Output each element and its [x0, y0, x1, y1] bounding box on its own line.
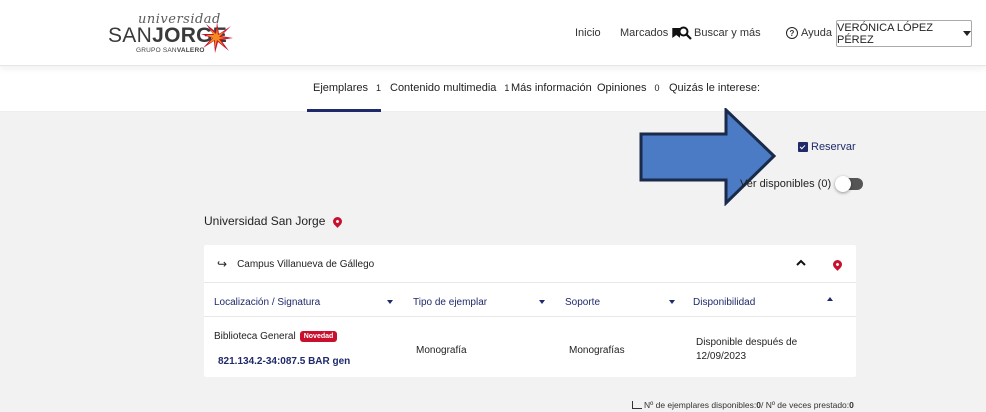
- campus-name: Campus Villanueva de Gállego: [237, 258, 375, 270]
- tab-count: 1: [504, 83, 510, 93]
- tab-opiniones[interactable]: Opiniones 0: [597, 82, 660, 94]
- cell-location: Biblioteca General Novedad: [214, 331, 338, 343]
- sort-asc-icon[interactable]: [827, 297, 833, 301]
- search-icon: [678, 26, 692, 40]
- cell-disponibilidad-line2: 12/09/2023: [696, 351, 747, 362]
- library-name: Universidad San Jorge: [204, 214, 326, 228]
- location-text: Biblioteca General: [214, 331, 296, 343]
- column-header-tipo[interactable]: Tipo de ejemplar: [413, 297, 487, 308]
- nav-buscar[interactable]: Buscar y más: [678, 22, 761, 44]
- signature-link[interactable]: 821.134.2-34:087.5 BAR gen: [218, 356, 350, 367]
- ver-disponibles-label: Ver disponibles (0): [740, 178, 832, 190]
- subdirectory-arrow-icon: ↪: [217, 257, 228, 271]
- sort-desc-icon[interactable]: [669, 300, 675, 304]
- holdings-card: ↪ Campus Villanueva de Gállego Localizac…: [204, 245, 856, 377]
- logo-star-icon: [201, 22, 233, 53]
- nav-inicio-label: Inicio: [575, 27, 601, 39]
- location-pin-icon[interactable]: [331, 214, 345, 228]
- loan-stats: Nº de ejemplares disponibles: 0 / Nº de …: [632, 400, 854, 410]
- nav-buscar-label: Buscar y más: [694, 27, 761, 39]
- nav-marcados-label: Marcados: [620, 27, 669, 39]
- stats-value-loaned: 0: [849, 400, 854, 410]
- sort-desc-icon[interactable]: [387, 300, 393, 304]
- nav-ayuda-label: Ayuda: [801, 27, 832, 39]
- library-heading: Universidad San Jorge: [204, 214, 345, 228]
- caret-down-icon: [963, 31, 971, 36]
- chevron-up-icon[interactable]: [796, 258, 806, 268]
- tab-mas-informacion[interactable]: Más información: [511, 82, 592, 94]
- tab-label: Ejemplares: [313, 82, 369, 94]
- nav-marcados[interactable]: Marcados: [620, 22, 681, 44]
- table-header: Localización / Signatura Tipo de ejempla…: [204, 283, 856, 317]
- novedad-badge: Novedad: [299, 331, 338, 342]
- tab-label: Opiniones: [597, 82, 647, 94]
- cell-disponibilidad-line1: Disponible después de: [696, 337, 798, 348]
- calendar-check-icon: [798, 142, 808, 152]
- tab-label: Más información: [511, 82, 592, 94]
- nav-ayuda[interactable]: ? Ayuda: [786, 22, 832, 44]
- user-menu-button[interactable]: VERÓNICA LÓPEZ PÉREZ: [836, 20, 972, 47]
- tab-ejemplares[interactable]: Ejemplares 1: [313, 82, 381, 94]
- header: universidad SANJORGE GRUPO SANVALERO Ini…: [0, 0, 986, 66]
- stats-label-available: Nº de ejemplares disponibles:: [644, 400, 757, 410]
- tab-count: 1: [376, 83, 382, 93]
- campus-row[interactable]: ↪ Campus Villanueva de Gállego: [204, 245, 856, 283]
- sort-desc-icon[interactable]: [539, 300, 545, 304]
- ver-disponibles-toggle[interactable]: Ver disponibles (0): [740, 176, 864, 192]
- chart-icon: [632, 401, 642, 409]
- tabs-bar: Ejemplares 1 Contenido multimedia 1 Más in…: [0, 66, 986, 112]
- campus-location-pin-icon[interactable]: [831, 258, 844, 271]
- active-tab-indicator: [307, 109, 381, 112]
- stats-label-loaned: / Nº de veces prestado:: [760, 400, 850, 410]
- nav-inicio[interactable]: Inicio: [575, 22, 601, 44]
- tab-label: Contenido multimedia: [390, 82, 497, 94]
- annotation-arrow-icon: [639, 108, 777, 206]
- help-icon: ?: [786, 27, 798, 39]
- tab-label: Quizás le interese:: [669, 82, 761, 94]
- tab-quizas-le-interese[interactable]: Quizás le interese:: [669, 82, 760, 94]
- column-header-localizacion[interactable]: Localización / Signatura: [214, 297, 320, 308]
- university-logo[interactable]: universidad SANJORGE GRUPO SANVALERO: [108, 10, 238, 56]
- logo-subtitle: GRUPO SANVALERO: [136, 47, 205, 54]
- campus-label-group: ↪ Campus Villanueva de Gállego: [217, 257, 374, 271]
- tab-count: 0: [654, 83, 660, 93]
- column-header-soporte[interactable]: Soporte: [565, 297, 600, 308]
- reservar-button[interactable]: Reservar: [798, 141, 856, 153]
- cell-tipo: Monografía: [416, 345, 467, 356]
- cell-soporte: Monografías: [569, 345, 625, 356]
- toggle-switch[interactable]: [835, 176, 864, 192]
- user-name: VERÓNICA LÓPEZ PÉREZ: [837, 21, 933, 46]
- reservar-label: Reservar: [811, 141, 856, 153]
- tab-contenido-multimedia[interactable]: Contenido multimedia 1: [390, 82, 509, 94]
- column-header-disponibilidad[interactable]: Disponibilidad: [693, 297, 755, 308]
